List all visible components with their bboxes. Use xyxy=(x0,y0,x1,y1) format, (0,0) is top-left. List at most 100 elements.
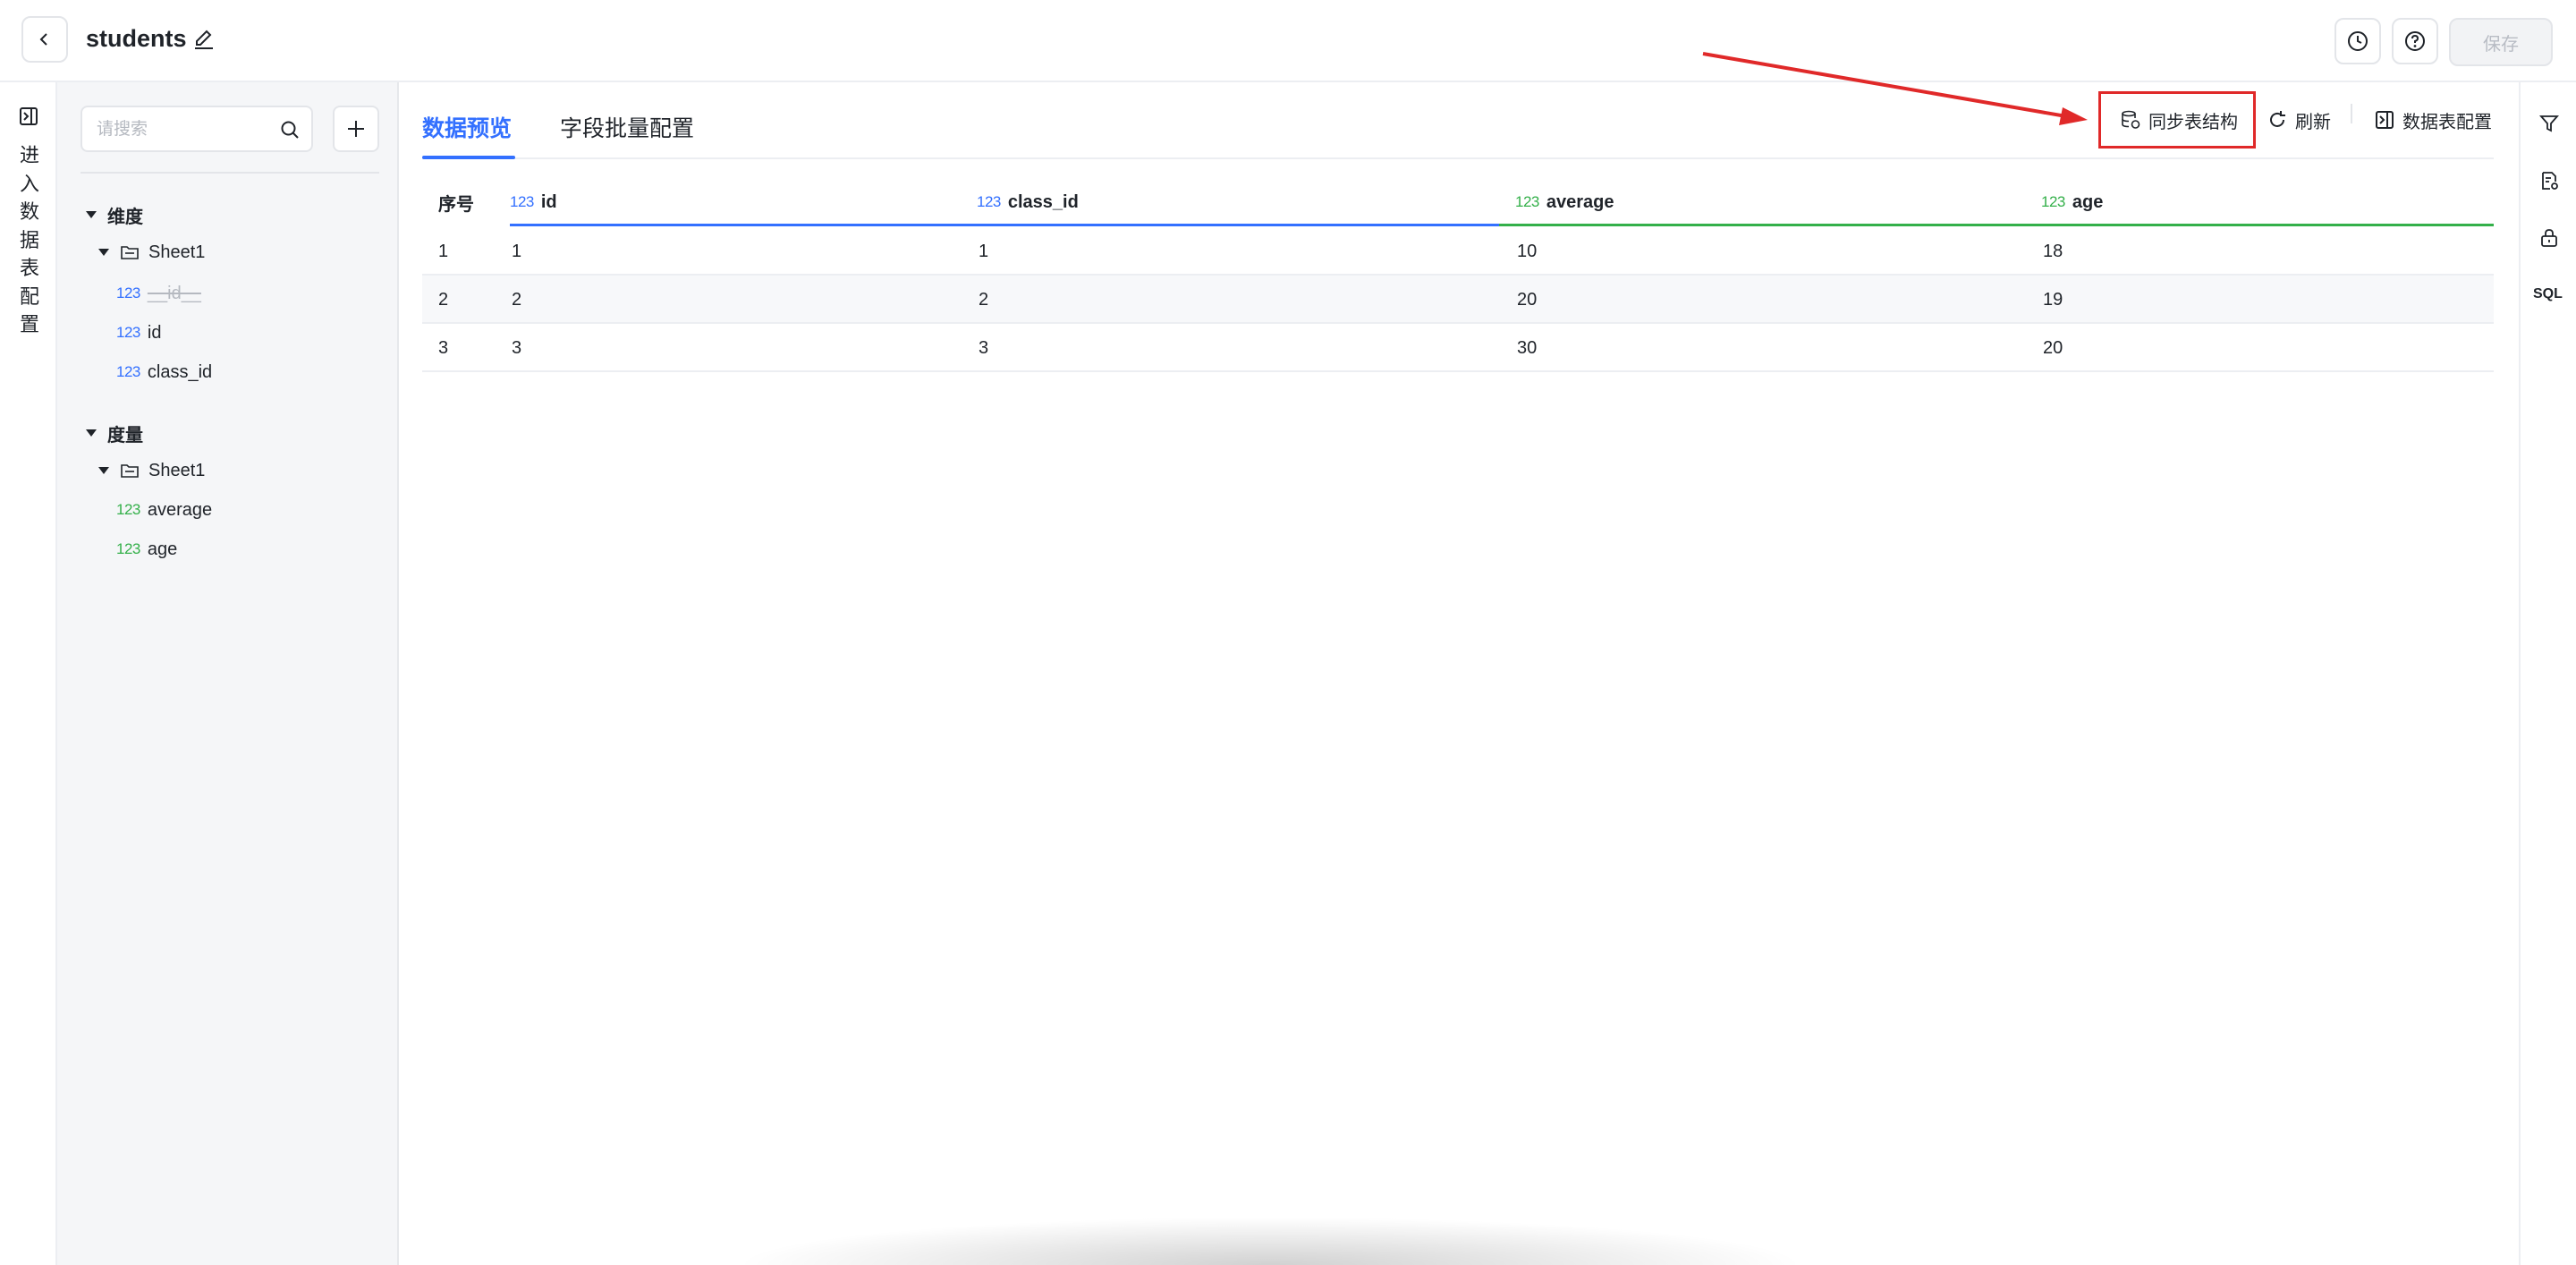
caret-down-icon xyxy=(98,249,109,256)
number-type-icon: 123 xyxy=(116,363,140,380)
table-cell: 19 xyxy=(2043,289,2063,310)
column-header[interactable]: 123 average xyxy=(1515,181,1614,224)
refresh-label: 刷新 xyxy=(2295,112,2331,132)
table-cell: 2 xyxy=(979,289,989,310)
number-type-icon: 123 xyxy=(977,193,1001,210)
column-header-label: average xyxy=(1546,191,1614,212)
main-area: 数据预览 字段批量配置 同步表结构 刷新 数据表配置 序号 123 id 123… xyxy=(399,82,2519,1265)
lock-icon[interactable] xyxy=(2538,227,2560,249)
measure-group[interactable]: 度量 xyxy=(86,417,143,449)
group-label: 度量 xyxy=(107,425,143,446)
enter-table-config-link[interactable]: 进入数据表配置 xyxy=(18,141,41,339)
help-icon xyxy=(2405,31,2425,51)
chevron-left-icon xyxy=(39,33,47,46)
number-type-icon: 123 xyxy=(510,193,534,210)
panel-toggle-icon xyxy=(2376,111,2394,129)
table-cell: 1 xyxy=(438,241,449,261)
add-field-button[interactable] xyxy=(333,106,379,152)
table-row: 1 1 1 10 18 xyxy=(422,227,2494,276)
table-cell: 3 xyxy=(979,337,989,358)
tabs-divider xyxy=(422,157,2494,159)
field-label: age xyxy=(147,539,178,559)
number-type-icon: 123 xyxy=(116,501,140,518)
folder-label: Sheet1 xyxy=(148,460,206,480)
number-type-icon: 123 xyxy=(116,284,140,301)
measure-header-underline xyxy=(1499,224,2494,226)
toolbar-divider xyxy=(2351,104,2352,123)
left-rail: 进入数据表配置 xyxy=(0,82,57,1265)
table-cell: 2 xyxy=(438,289,449,310)
sync-schema-button[interactable]: 同步表结构 xyxy=(2120,100,2238,140)
field-item[interactable]: 123 class_id xyxy=(116,356,212,388)
search-box xyxy=(80,106,313,152)
field-label: __id__ xyxy=(147,283,201,303)
table-cell: 3 xyxy=(512,337,522,358)
divider xyxy=(80,172,379,174)
back-button[interactable] xyxy=(21,16,68,63)
help-button[interactable] xyxy=(2392,18,2438,64)
table-cell: 10 xyxy=(1517,241,1538,261)
tab-active-indicator xyxy=(422,156,515,159)
column-header-index: 序号 xyxy=(438,194,474,215)
dimension-header-underline xyxy=(510,224,1506,226)
measure-folder[interactable]: Sheet1 xyxy=(98,454,205,487)
table-cell: 20 xyxy=(2043,337,2063,358)
table-header: 序号 123 id 123 class_id 123 average 123 a… xyxy=(422,181,2494,226)
dimension-group[interactable]: 维度 xyxy=(86,199,143,231)
history-icon xyxy=(2348,31,2368,51)
table-config-button[interactable]: 数据表配置 xyxy=(2374,100,2492,140)
caret-down-icon xyxy=(86,429,97,437)
table-cell: 2 xyxy=(512,289,522,310)
tab-data-preview[interactable]: 数据预览 xyxy=(422,111,512,143)
search-icon[interactable] xyxy=(279,119,301,140)
plus-icon xyxy=(348,121,364,137)
caret-down-icon xyxy=(98,467,109,474)
field-label: class_id xyxy=(147,361,213,382)
column-header-label: age xyxy=(2072,191,2104,212)
refresh-icon xyxy=(2270,111,2285,127)
folder-icon xyxy=(121,464,139,478)
save-button[interactable]: 保存 xyxy=(2449,18,2553,66)
column-header[interactable]: 123 class_id xyxy=(977,181,1079,224)
table-cell: 20 xyxy=(1517,289,1538,310)
page-title: students xyxy=(86,25,187,52)
table-row: 3 3 3 30 20 xyxy=(422,324,2494,372)
column-header[interactable]: 123 id xyxy=(510,181,557,224)
field-label: average xyxy=(147,499,213,520)
table-cell: 18 xyxy=(2043,241,2063,261)
number-type-icon: 123 xyxy=(1515,193,1539,210)
field-item[interactable]: 123 average xyxy=(116,494,212,526)
bottom-shadow xyxy=(733,1217,1807,1265)
filter-icon[interactable] xyxy=(2538,113,2560,134)
group-label: 维度 xyxy=(107,207,143,227)
refresh-button[interactable]: 刷新 xyxy=(2267,100,2331,140)
field-item[interactable]: 123 id xyxy=(116,317,161,349)
column-header[interactable]: 123 age xyxy=(2041,181,2103,224)
edit-icon[interactable] xyxy=(191,27,216,52)
table-row: 2 2 2 20 19 xyxy=(422,276,2494,324)
row-permission-icon[interactable] xyxy=(2538,170,2560,191)
field-item[interactable]: 123 __id__ xyxy=(116,277,201,310)
table-config-label: 数据表配置 xyxy=(2402,112,2492,132)
dimension-folder[interactable]: Sheet1 xyxy=(98,236,205,268)
history-button[interactable] xyxy=(2334,18,2381,64)
folder-label: Sheet1 xyxy=(148,242,206,262)
right-rail: SQL xyxy=(2519,82,2576,1265)
caret-down-icon xyxy=(86,211,97,218)
search-input[interactable] xyxy=(95,116,277,143)
sync-label: 同步表结构 xyxy=(2148,112,2238,132)
field-item[interactable]: 123 age xyxy=(116,533,177,565)
table-cell: 30 xyxy=(1517,337,1538,358)
sql-button[interactable]: SQL xyxy=(2533,286,2563,302)
panel-toggle-icon[interactable] xyxy=(18,106,39,127)
column-header-label: class_id xyxy=(1007,191,1079,212)
database-sync-icon xyxy=(2122,110,2140,129)
table-cell: 3 xyxy=(438,337,449,358)
number-type-icon: 123 xyxy=(116,324,140,341)
number-type-icon: 123 xyxy=(2041,193,2065,210)
table-cell: 1 xyxy=(512,241,522,261)
field-panel: 维度 Sheet1 123 __id__ 123 id 123 class_id… xyxy=(57,82,399,1265)
table-cell: 1 xyxy=(979,241,989,261)
folder-icon xyxy=(121,246,139,259)
tab-batch-field-config[interactable]: 字段批量配置 xyxy=(560,111,694,143)
